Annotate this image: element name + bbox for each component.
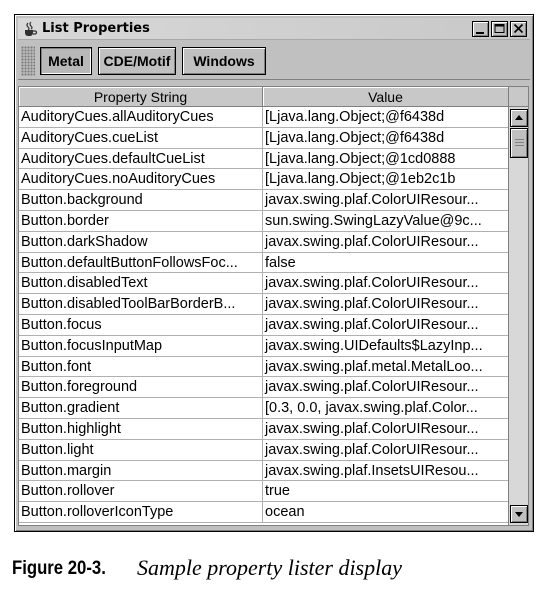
value-cell[interactable]: [Ljava.lang.Object;@1cd0888 bbox=[263, 148, 509, 170]
table-row[interactable]: AuditoryCues.allAuditoryCues [Ljava.lang.… bbox=[19, 107, 509, 128]
title-bar[interactable]: List Properties bbox=[18, 18, 530, 40]
table-row[interactable]: Button.font javax.swing.plaf.metal.MetalL… bbox=[19, 356, 509, 378]
look-and-feel-toolbar: Metal CDE/Motif Windows bbox=[18, 42, 530, 80]
table-row[interactable]: Button.light javax.swing.plaf.ColorUIReso… bbox=[19, 439, 509, 461]
table-row[interactable]: AuditoryCues.defaultCueList [Ljava.lang.O… bbox=[19, 148, 509, 170]
value-cell[interactable]: javax.swing.plaf.ColorUIResour... bbox=[263, 377, 509, 399]
property-cell[interactable]: Button.border bbox=[19, 210, 263, 232]
column-header-property-string[interactable]: Property String bbox=[19, 87, 263, 107]
property-cell[interactable]: Button.focus bbox=[19, 314, 263, 336]
value-cell[interactable]: javax.swing.plaf.ColorUIResour... bbox=[263, 314, 509, 336]
table-row[interactable]: Button.disabledText javax.swing.plaf.Colo… bbox=[19, 273, 509, 295]
value-cell[interactable]: false bbox=[263, 252, 509, 274]
property-cell[interactable]: Button.light bbox=[19, 439, 263, 461]
property-cell[interactable]: AuditoryCues.defaultCueList bbox=[19, 148, 263, 170]
property-cell[interactable]: AuditoryCues.noAuditoryCues bbox=[19, 169, 263, 191]
minimize-icon bbox=[476, 32, 484, 34]
property-cell[interactable]: Button.rollover bbox=[19, 481, 263, 503]
maximize-button[interactable] bbox=[491, 21, 508, 37]
value-cell[interactable]: javax.swing.plaf.InsetsUIResou... bbox=[263, 460, 509, 482]
minimize-button[interactable] bbox=[472, 21, 489, 37]
close-icon bbox=[513, 23, 524, 34]
value-cell[interactable]: javax.swing.plaf.ColorUIResour... bbox=[263, 231, 509, 253]
value-cell[interactable]: javax.swing.plaf.ColorUIResour... bbox=[263, 439, 509, 461]
property-cell[interactable]: Button.gradient bbox=[19, 398, 263, 419]
table-row[interactable]: Button.background javax.swing.plaf.ColorU… bbox=[19, 190, 509, 211]
table-body: AuditoryCues.allAuditoryCues [Ljava.lang.… bbox=[19, 107, 509, 523]
window-title: List Properties bbox=[42, 21, 150, 36]
property-cell[interactable]: Button.highlight bbox=[19, 418, 263, 440]
property-cell[interactable]: AuditoryCues.allAuditoryCues bbox=[19, 107, 263, 128]
table-header: Property String Value bbox=[19, 87, 509, 107]
figure-label: Figure 20-3. bbox=[12, 558, 106, 579]
column-header-value[interactable]: Value bbox=[263, 87, 509, 107]
toolbar-grip-handle[interactable] bbox=[21, 46, 35, 76]
table-row[interactable]: Button.rolloverIconType ocean bbox=[19, 502, 509, 523]
grip-line bbox=[515, 145, 524, 146]
table-row[interactable]: Button.disabledToolBarBorderB... javax.sw… bbox=[19, 294, 509, 315]
property-cell[interactable]: Button.focusInputMap bbox=[19, 335, 263, 357]
table-row[interactable]: Button.darkShadow javax.swing.plaf.ColorU… bbox=[19, 231, 509, 253]
properties-table: Property String Value AuditoryCues.allAu… bbox=[18, 86, 529, 526]
value-cell[interactable]: javax.swing.plaf.ColorUIResour... bbox=[263, 418, 509, 440]
property-cell[interactable]: Button.rolloverIconType bbox=[19, 502, 263, 523]
value-cell[interactable]: [0.3, 0.0, javax.swing.plaf.Color... bbox=[263, 398, 509, 419]
table-row[interactable]: Button.margin javax.swing.plaf.InsetsUIRe… bbox=[19, 460, 509, 482]
grip-line bbox=[515, 142, 524, 143]
close-button[interactable] bbox=[510, 21, 527, 37]
list-properties-window: List Properties Metal CDE/Motif Windows … bbox=[14, 14, 534, 532]
figure-caption: Figure 20-3. Sample property lister disp… bbox=[12, 555, 402, 580]
table-row[interactable]: Button.focus javax.swing.plaf.ColorUIReso… bbox=[19, 314, 509, 336]
grip-line bbox=[515, 139, 524, 140]
value-cell[interactable]: [Ljava.lang.Object;@f6438d bbox=[263, 127, 509, 149]
table-row[interactable]: AuditoryCues.cueList [Ljava.lang.Object;@… bbox=[19, 127, 509, 149]
property-cell[interactable]: Button.disabledText bbox=[19, 273, 263, 295]
figure-caption-text: Sample property lister display bbox=[137, 555, 402, 580]
table-row[interactable]: Button.defaultButtonFollowsFoc... false bbox=[19, 252, 509, 274]
table-row[interactable]: Button.gradient [0.3, 0.0, javax.swing.pl… bbox=[19, 398, 509, 419]
table-row[interactable]: Button.focusInputMap javax.swing.UIDefaul… bbox=[19, 335, 509, 357]
windows-button[interactable]: Windows bbox=[182, 47, 266, 75]
table-row[interactable]: AuditoryCues.noAuditoryCues [Ljava.lang.O… bbox=[19, 169, 509, 191]
property-cell[interactable]: Button.margin bbox=[19, 460, 263, 482]
scroll-down-button[interactable] bbox=[510, 505, 528, 523]
cde-motif-button[interactable]: CDE/Motif bbox=[98, 47, 176, 75]
table-row[interactable]: Button.highlight javax.swing.plaf.ColorUI… bbox=[19, 418, 509, 440]
vertical-scrollbar[interactable] bbox=[508, 87, 528, 525]
property-cell[interactable]: Button.foreground bbox=[19, 377, 263, 399]
java-cup-icon bbox=[25, 21, 38, 36]
property-cell[interactable]: AuditoryCues.cueList bbox=[19, 127, 263, 149]
property-cell[interactable]: Button.darkShadow bbox=[19, 231, 263, 253]
value-cell[interactable]: ocean bbox=[263, 502, 509, 523]
table-row[interactable]: Button.rollover true bbox=[19, 481, 509, 503]
value-cell[interactable]: true bbox=[263, 481, 509, 503]
property-cell[interactable]: Button.background bbox=[19, 190, 263, 211]
scroll-thumb[interactable] bbox=[510, 128, 528, 158]
value-cell[interactable]: sun.swing.SwingLazyValue@9c... bbox=[263, 210, 509, 232]
property-cell[interactable]: Button.defaultButtonFollowsFoc... bbox=[19, 252, 263, 274]
value-cell[interactable]: javax.swing.plaf.ColorUIResour... bbox=[263, 273, 509, 295]
scrollbar-corner bbox=[508, 87, 528, 107]
maximize-icon bbox=[494, 24, 505, 33]
property-cell[interactable]: Button.font bbox=[19, 356, 263, 378]
property-cell[interactable]: Button.disabledToolBarBorderB... bbox=[19, 294, 263, 315]
table-row[interactable]: Button.foreground javax.swing.plaf.ColorU… bbox=[19, 377, 509, 399]
scroll-up-button[interactable] bbox=[510, 109, 528, 127]
value-cell[interactable]: javax.swing.UIDefaults$LazyInp... bbox=[263, 335, 509, 357]
table-row[interactable]: Button.border sun.swing.SwingLazyValue@9c… bbox=[19, 210, 509, 232]
value-cell[interactable]: javax.swing.plaf.ColorUIResour... bbox=[263, 294, 509, 315]
value-cell[interactable]: [Ljava.lang.Object;@1eb2c1b bbox=[263, 169, 509, 191]
arrow-down-icon bbox=[515, 512, 523, 517]
value-cell[interactable]: [Ljava.lang.Object;@f6438d bbox=[263, 107, 509, 128]
value-cell[interactable]: javax.swing.plaf.metal.MetalLoo... bbox=[263, 356, 509, 378]
arrow-up-icon bbox=[515, 115, 523, 120]
metal-button[interactable]: Metal bbox=[40, 47, 92, 75]
value-cell[interactable]: javax.swing.plaf.ColorUIResour... bbox=[263, 190, 509, 211]
